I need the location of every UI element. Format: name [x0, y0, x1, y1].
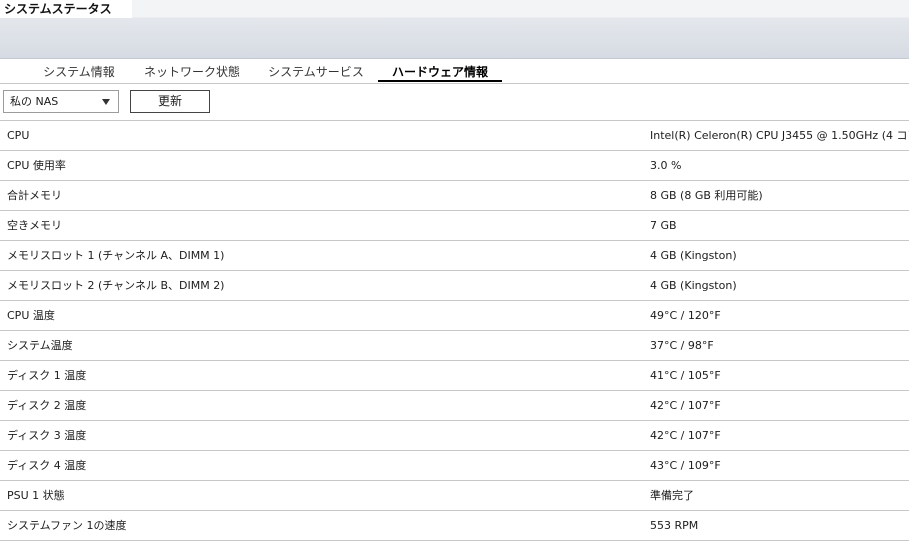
row-label: ディスク 4 温度	[7, 459, 87, 472]
row-label: システム温度	[7, 339, 73, 352]
row-value: 準備完了	[650, 489, 694, 502]
row-value: 3.0 %	[650, 159, 682, 172]
row-label: CPU 温度	[7, 309, 55, 322]
window-title: システムステータス	[0, 0, 132, 18]
table-row: システム温度 37°C / 98°F	[0, 331, 909, 361]
row-label: 空きメモリ	[7, 219, 62, 232]
table-row: ディスク 1 温度 41°C / 105°F	[0, 361, 909, 391]
row-value: 49°C / 120°F	[650, 309, 721, 322]
row-value: 43°C / 109°F	[650, 459, 721, 472]
row-label: メモリスロット 1 (チャンネル A、DIMM 1)	[7, 249, 225, 262]
row-value: 7 GB	[650, 219, 677, 232]
row-value: 4 GB (Kingston)	[650, 279, 737, 292]
row-label: CPU	[7, 129, 30, 142]
toolbar: 私の NAS 更新	[0, 84, 909, 121]
table-row: ディスク 3 温度 42°C / 107°F	[0, 421, 909, 451]
table-row: ディスク 2 温度 42°C / 107°F	[0, 391, 909, 421]
row-label: システムファン 1の速度	[7, 519, 127, 532]
row-value: 553 RPM	[650, 519, 699, 532]
row-value: Intel(R) Celeron(R) CPU J3455 @ 1.50GHz …	[650, 129, 909, 142]
chevron-down-icon	[102, 99, 110, 105]
tab-bar: システム情報 ネットワーク状態 システムサービス ハードウェア情報	[0, 59, 909, 84]
hardware-info-table: CPU Intel(R) Celeron(R) CPU J3455 @ 1.50G…	[0, 121, 909, 541]
row-label: メモリスロット 2 (チャンネル B、DIMM 2)	[7, 279, 225, 292]
nas-select[interactable]: 私の NAS	[3, 90, 119, 113]
table-row: CPU 温度 49°C / 120°F	[0, 301, 909, 331]
row-label: PSU 1 状態	[7, 489, 65, 502]
table-row: PSU 1 状態 準備完了	[0, 481, 909, 511]
table-row: ディスク 4 温度 43°C / 109°F	[0, 451, 909, 481]
tab-hardware-info[interactable]: ハードウェア情報	[378, 59, 502, 82]
row-label: ディスク 1 温度	[7, 369, 87, 382]
table-row: メモリスロット 1 (チャンネル A、DIMM 1) 4 GB (Kingston…	[0, 241, 909, 271]
table-row: システムファン 1の速度 553 RPM	[0, 511, 909, 541]
row-value: 8 GB (8 GB 利用可能)	[650, 189, 763, 202]
row-label: ディスク 3 温度	[7, 429, 87, 442]
tab-network-status[interactable]: ネットワーク状態	[138, 59, 246, 82]
table-row: 合計メモリ 8 GB (8 GB 利用可能)	[0, 181, 909, 211]
tab-system-services[interactable]: システムサービス	[262, 59, 370, 82]
table-row: メモリスロット 2 (チャンネル B、DIMM 2) 4 GB (Kingston…	[0, 271, 909, 301]
table-row: CPU 使用率 3.0 %	[0, 151, 909, 181]
row-value: 37°C / 98°F	[650, 339, 714, 352]
refresh-button[interactable]: 更新	[130, 90, 210, 113]
row-value: 4 GB (Kingston)	[650, 249, 737, 262]
row-label: ディスク 2 温度	[7, 399, 87, 412]
row-label: 合計メモリ	[7, 189, 62, 202]
nas-select-value: 私の NAS	[10, 95, 59, 108]
table-row: CPU Intel(R) Celeron(R) CPU J3455 @ 1.50G…	[0, 121, 909, 151]
row-value: 42°C / 107°F	[650, 429, 721, 442]
row-label: CPU 使用率	[7, 159, 66, 172]
table-row: 空きメモリ 7 GB	[0, 211, 909, 241]
tab-system-info[interactable]: システム情報	[36, 59, 122, 82]
row-value: 42°C / 107°F	[650, 399, 721, 412]
window-titlebar: システムステータス	[0, 0, 909, 59]
row-value: 41°C / 105°F	[650, 369, 721, 382]
